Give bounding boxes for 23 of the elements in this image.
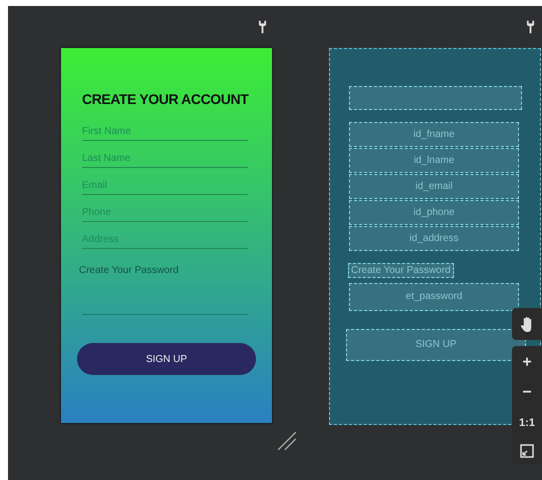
input-field[interactable]: Email bbox=[82, 176, 248, 195]
sign-up-button[interactable]: SIGN UP bbox=[77, 343, 256, 375]
pan-button[interactable] bbox=[512, 308, 542, 340]
label-outline[interactable]: Create Your Password bbox=[348, 263, 454, 278]
view-outline[interactable]: et_password bbox=[349, 283, 519, 311]
title-outline[interactable] bbox=[349, 86, 522, 110]
view-outline[interactable]: id_email bbox=[349, 174, 519, 199]
zoom-control[interactable]: 1:1 bbox=[513, 410, 541, 436]
view-outline[interactable]: id_phone bbox=[349, 200, 519, 225]
wrench-icon[interactable] bbox=[526, 20, 535, 34]
view-outline[interactable]: id_fname bbox=[349, 122, 519, 147]
password-label: Create Your Password bbox=[79, 265, 180, 276]
zoom-control[interactable]: − bbox=[513, 380, 541, 406]
button-outline[interactable]: SIGN UP bbox=[346, 329, 526, 361]
input-field[interactable]: First Name bbox=[82, 122, 248, 141]
wrench-icon[interactable] bbox=[258, 20, 267, 34]
view-outline[interactable]: id_lname bbox=[349, 148, 519, 173]
fit-screen-icon[interactable] bbox=[520, 444, 534, 458]
input-field[interactable]: Last Name bbox=[82, 149, 248, 168]
form-title: CREATE YOUR ACCOUNT bbox=[82, 90, 250, 108]
hand-icon bbox=[520, 316, 534, 332]
resize-handle-icon[interactable] bbox=[276, 430, 298, 452]
view-outline[interactable]: id_address bbox=[349, 226, 519, 251]
